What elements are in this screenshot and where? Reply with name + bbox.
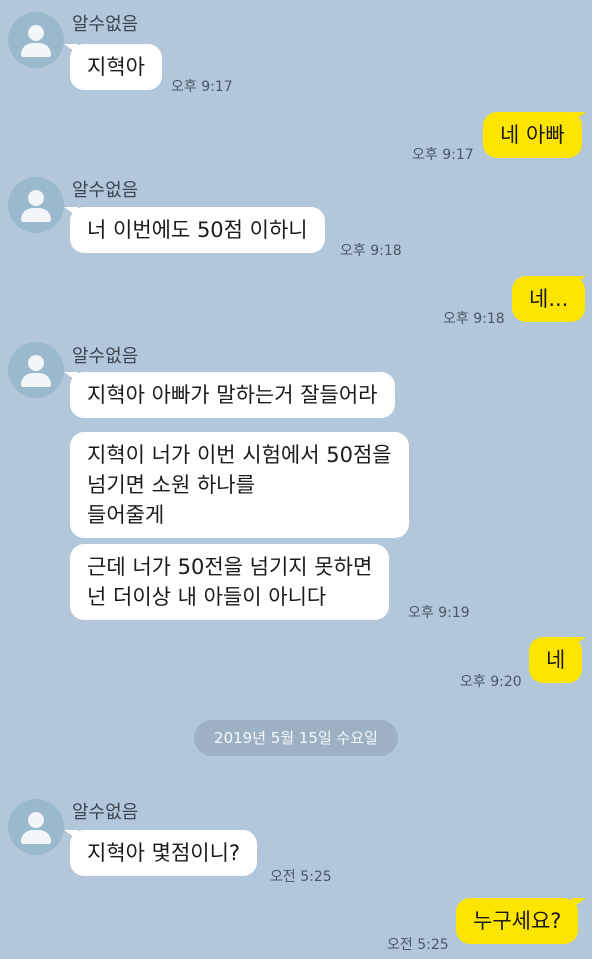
- message-bubble-incoming[interactable]: 지혁아 아빠가 말하는거 잘들어라: [70, 372, 395, 418]
- message-time: 오후 9:17: [171, 79, 233, 95]
- message-bubble-incoming[interactable]: 너 이번에도 50점 이하니: [70, 207, 325, 253]
- message-time: 오후 9:20: [460, 674, 522, 690]
- date-divider: 2019년 5월 15일 수요일: [194, 720, 398, 756]
- bubble-tail: [572, 112, 586, 122]
- sender-name: 알수없음: [72, 180, 139, 201]
- message-time: 오후 9:19: [408, 605, 470, 621]
- avatar-body-shape: [21, 373, 51, 387]
- sender-name: 알수없음: [72, 802, 139, 823]
- sender-name: 알수없음: [72, 346, 139, 367]
- avatar-head-shape: [28, 25, 44, 41]
- avatar-head-shape: [28, 355, 44, 371]
- message-bubble-outgoing[interactable]: 누구세요?: [456, 898, 579, 944]
- sender-name: 알수없음: [72, 14, 139, 35]
- default-profile-avatar[interactable]: [8, 799, 64, 855]
- bubble-tail: [572, 276, 586, 286]
- default-profile-avatar[interactable]: [8, 12, 64, 68]
- message-time: 오후 9:18: [340, 243, 402, 259]
- message-time: 오후 9:18: [443, 311, 505, 327]
- avatar-head-shape: [28, 812, 44, 828]
- message-bubble-incoming[interactable]: 지혁이 너가 이번 시험에서 50점을 넘기면 소원 하나를 들어줄게: [70, 432, 409, 538]
- message-time: 오전 5:25: [270, 869, 332, 885]
- bubble-tail: [572, 637, 586, 647]
- bubble-tail: [572, 898, 586, 908]
- message-bubble-incoming[interactable]: 지혁아 몇점이니?: [70, 830, 258, 876]
- message-time: 오후 9:17: [412, 147, 474, 163]
- message-time: 오전 5:25: [387, 937, 449, 953]
- default-profile-avatar[interactable]: [8, 342, 64, 398]
- message-bubble-incoming[interactable]: 지혁아: [70, 44, 162, 90]
- avatar-body-shape: [21, 830, 51, 844]
- avatar-body-shape: [21, 43, 51, 57]
- default-profile-avatar[interactable]: [8, 177, 64, 233]
- message-bubble-incoming[interactable]: 근데 너가 50전을 넘기지 못하면 넌 더이상 내 아들이 아니다: [70, 544, 390, 620]
- avatar-body-shape: [21, 208, 51, 222]
- avatar-head-shape: [28, 190, 44, 206]
- message-bubble-outgoing[interactable]: 네 아빠: [483, 112, 582, 158]
